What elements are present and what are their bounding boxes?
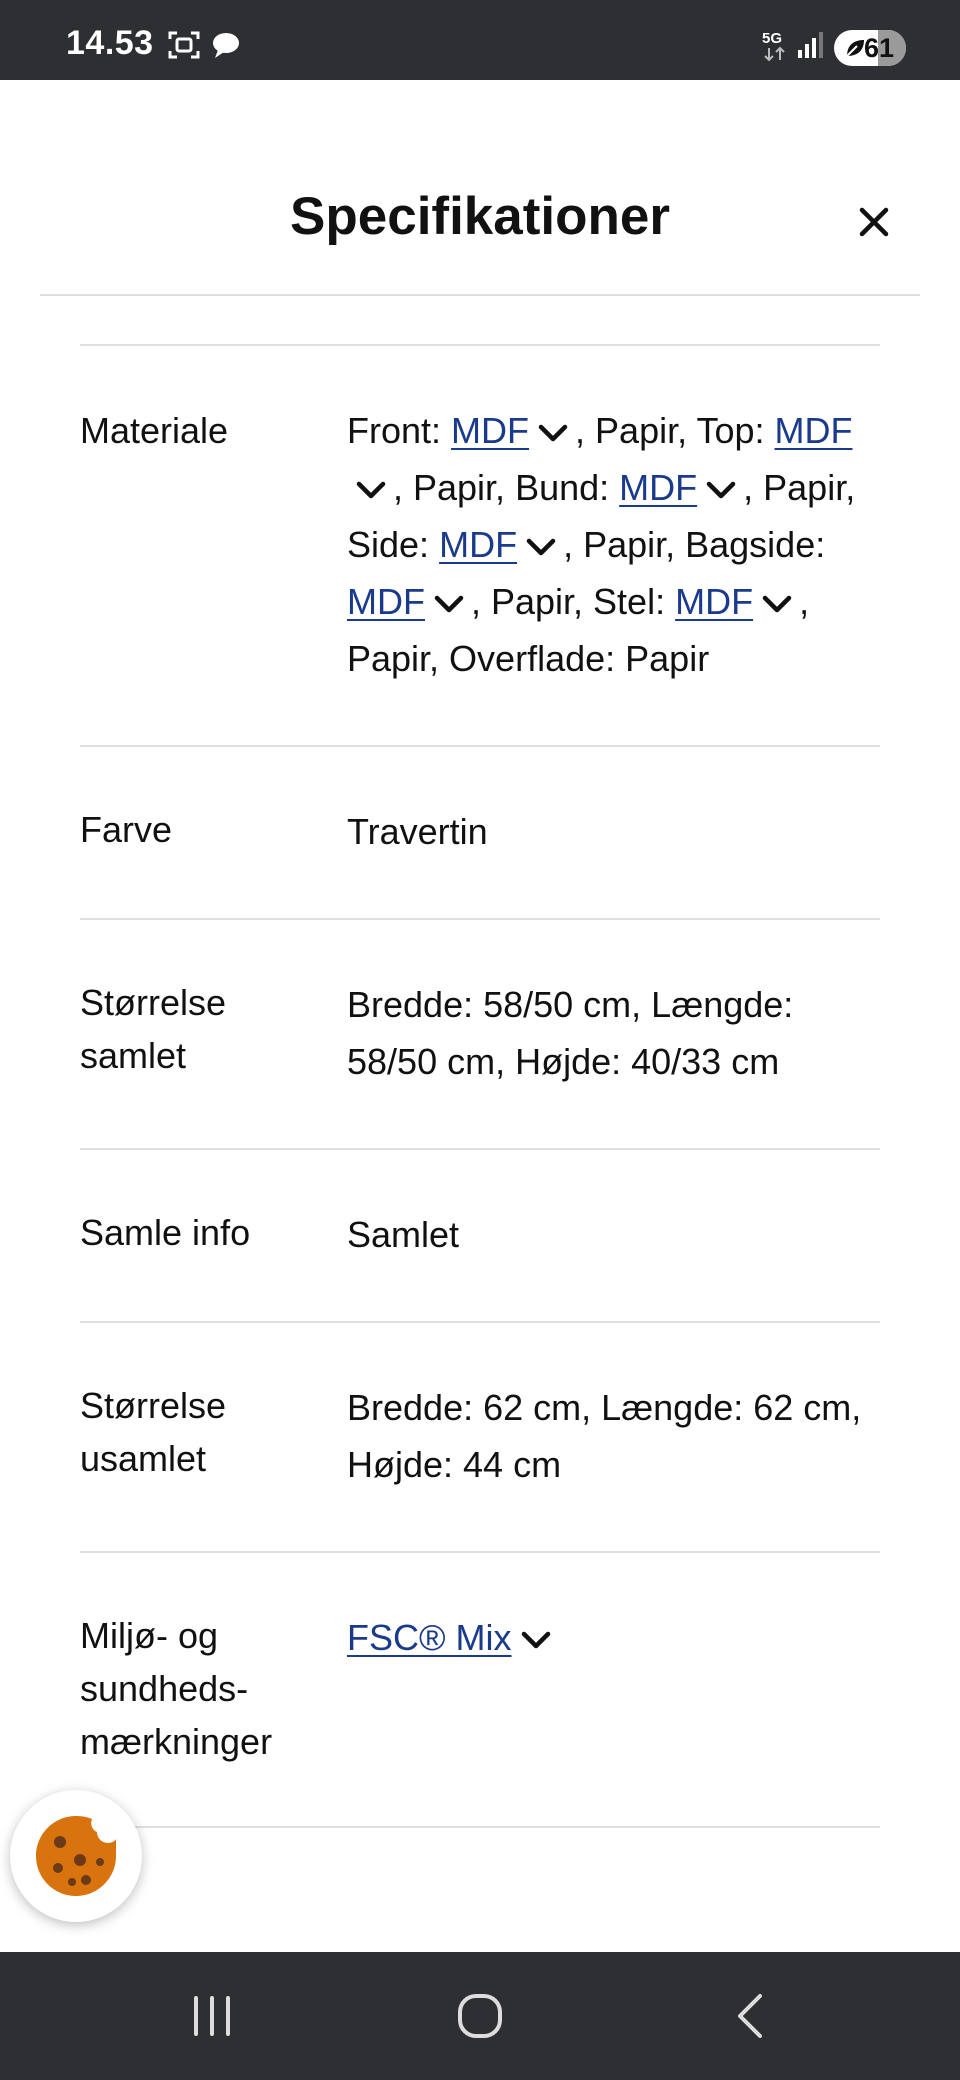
cookie-settings-button[interactable] [10, 1790, 142, 1922]
close-icon [859, 207, 889, 237]
spec-row-materiale: Materiale Front: MDF, Papir, Top: MDF, P… [80, 346, 880, 747]
5g-icon: 5G [760, 28, 790, 67]
spec-row-miljo: Miljø- og sundheds- mærkninger FSC® Mix [80, 1553, 880, 1828]
chevron-down-icon[interactable] [537, 422, 569, 444]
chevron-down-icon[interactable] [355, 479, 387, 501]
material-part-bagside: , Papir, Bagside: [563, 524, 826, 565]
chevron-down-icon[interactable] [705, 479, 737, 501]
battery-level: 61 [864, 33, 895, 63]
mdf-link[interactable]: MDF [675, 581, 753, 622]
system-nav-bar [0, 1952, 960, 2080]
spec-label: Størrelse usamlet [80, 1385, 227, 1479]
chevron-down-icon[interactable] [520, 1629, 552, 1651]
mdf-link[interactable]: MDF [619, 467, 697, 508]
page-title: Specifikationer [290, 187, 670, 246]
header-divider [40, 294, 920, 296]
signal-icon [796, 30, 826, 65]
material-part-bund: , Papir, Bund: [393, 467, 610, 508]
material-part-stel: , Papir, Stel: [470, 581, 666, 622]
mdf-link[interactable]: MDF [775, 410, 853, 451]
network-label: 5G [762, 30, 782, 47]
chevron-down-icon[interactable] [525, 536, 557, 558]
home-button[interactable] [450, 1986, 510, 2046]
spec-row-farve: Farve Travertin [80, 747, 880, 920]
spec-value: Travertin [347, 811, 488, 852]
home-icon [458, 1994, 502, 2038]
recents-button[interactable] [182, 1986, 242, 2046]
back-icon [738, 1994, 762, 2038]
spec-value-materiale: Front: MDF, Papir, Top: MDF, Papir, Bund… [347, 402, 880, 687]
material-part-top: , Papir, Top: [575, 410, 765, 451]
spec-value: Samlet [347, 1214, 460, 1255]
spec-label: Materiale [80, 410, 229, 451]
battery-icon: 61 [834, 30, 906, 66]
spec-value-miljo: FSC® Mix [347, 1609, 880, 1768]
spec-label: Størrelse samlet [80, 982, 227, 1076]
spec-row-storrelse-samlet: Størrelse samlet Bredde: 58/50 cm, Længd… [80, 920, 880, 1150]
spec-row-samle-info: Samle info Samlet [80, 1150, 880, 1323]
spec-label: Farve [80, 809, 173, 850]
cookie-icon [36, 1816, 116, 1896]
chat-icon [210, 30, 242, 65]
spec-label: Miljø- og sundheds- mærkninger [80, 1615, 273, 1762]
back-button[interactable] [720, 1986, 780, 2046]
status-bar: 14.53 5G 61 [0, 0, 960, 80]
fsc-link[interactable]: FSC® Mix [347, 1617, 512, 1658]
screenshot-icon [168, 30, 200, 65]
spec-value: Bredde: 62 cm, Længde: 62 cm, Højde: 44 … [347, 1387, 862, 1485]
leaf-icon [844, 37, 866, 64]
spec-value: Bredde: 58/50 cm, Længde: 58/50 cm, Højd… [347, 984, 794, 1082]
chevron-down-icon[interactable] [761, 593, 793, 615]
mdf-link[interactable]: MDF [347, 581, 425, 622]
close-button[interactable] [850, 198, 898, 246]
spec-list: Materiale Front: MDF, Papir, Top: MDF, P… [80, 344, 880, 1952]
spec-row-storrelse-usamlet: Størrelse usamlet Bredde: 62 cm, Længde:… [80, 1323, 880, 1553]
status-time: 14.53 [66, 24, 154, 62]
spec-label: Samle info [80, 1212, 251, 1253]
mdf-link[interactable]: MDF [451, 410, 529, 451]
recents-icon [194, 1996, 230, 2036]
material-part-front: Front: [347, 410, 442, 451]
chevron-down-icon[interactable] [433, 593, 465, 615]
mdf-link[interactable]: MDF [439, 524, 517, 565]
